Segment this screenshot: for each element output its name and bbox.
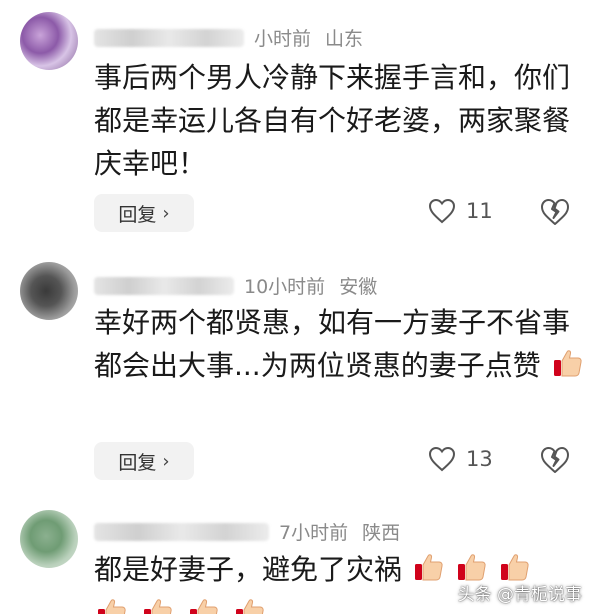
- like-button[interactable]: 11: [428, 198, 493, 224]
- thumbs-up-emoji: [142, 596, 174, 614]
- watermark: 头条 @青栀说事: [457, 585, 582, 605]
- blurred-username[interactable]: [94, 276, 234, 295]
- avatar[interactable]: [20, 510, 78, 568]
- comment-location: 安徽: [339, 276, 378, 298]
- broken-heart-icon[interactable]: [540, 198, 570, 226]
- thumbs-up-emoji: [188, 596, 220, 614]
- comment-text: 幸好两个都贤惠，如有一方妻子不省事都会出大事...为两位贤惠的妻子点赞: [94, 301, 584, 391]
- heart-outline-icon: [428, 446, 456, 472]
- chevron-right-icon: ›: [162, 450, 170, 472]
- thumbs-up-emoji: [552, 347, 584, 391]
- comment-text-content: 都是好妻子，避免了灾祸: [94, 553, 403, 586]
- comment-location: 陕西: [362, 522, 401, 544]
- like-button[interactable]: 13: [428, 446, 493, 472]
- comment-time: 7小时前: [279, 522, 349, 544]
- thumbs-up-emoji: [96, 596, 128, 614]
- reply-button[interactable]: 回复 ›: [94, 194, 194, 232]
- avatar[interactable]: [20, 262, 78, 320]
- comment-text: 事后两个男人冷静下来握手言和，你们都是幸运儿各自有个好老婆，两家聚餐庆幸吧！: [94, 61, 571, 180]
- comment-time: 小时前: [254, 28, 312, 50]
- thumbs-up-emoji: [234, 596, 266, 614]
- comment-meta: 10小时前 安徽: [94, 272, 377, 299]
- chevron-right-icon: ›: [162, 202, 170, 224]
- thumbs-up-emoji: [413, 551, 445, 595]
- blurred-username[interactable]: [94, 522, 269, 541]
- comment-time: 10小时前: [244, 276, 326, 298]
- like-count: 13: [466, 447, 493, 471]
- broken-heart-icon[interactable]: [540, 446, 570, 474]
- emoji-row: [94, 596, 266, 614]
- comment-meta: 7小时前 陕西: [94, 518, 400, 545]
- reply-button[interactable]: 回复 ›: [94, 442, 194, 480]
- reply-label: 回复: [118, 203, 157, 226]
- avatar[interactable]: [20, 12, 78, 70]
- like-count: 11: [466, 199, 493, 223]
- reply-label: 回复: [118, 451, 157, 474]
- comment-meta: 小时前 山东: [94, 24, 363, 51]
- comment-text-content: 幸好两个都贤惠，如有一方妻子不省事都会出大事...为两位贤惠的妻子点赞: [94, 306, 571, 382]
- blurred-username[interactable]: [94, 28, 244, 47]
- heart-outline-icon: [428, 198, 456, 224]
- comment-location: 山东: [325, 28, 364, 50]
